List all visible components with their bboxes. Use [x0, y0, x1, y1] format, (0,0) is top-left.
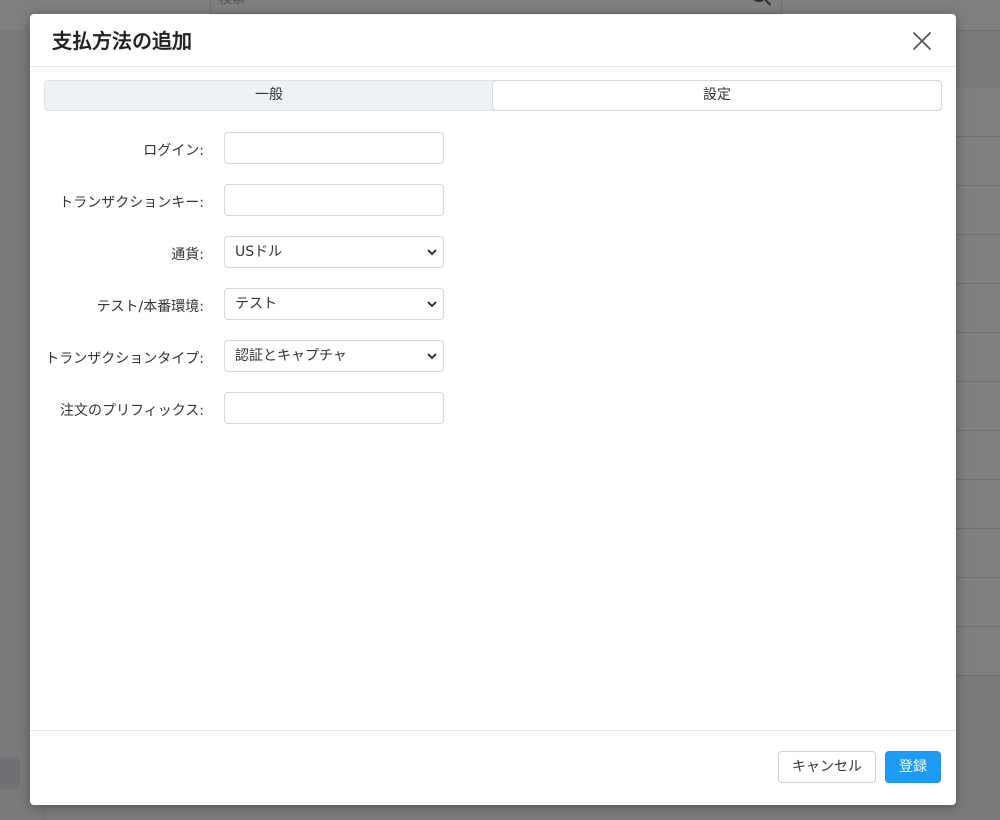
environment-selected-value: テスト	[235, 296, 277, 312]
currency-label: 通貨:	[171, 247, 204, 263]
transaction-key-label: トランザクションキー:	[59, 195, 204, 211]
form-row-environment: テスト/本番環境: テスト	[30, 288, 956, 340]
chevron-down-icon	[427, 301, 437, 308]
form-row-currency: 通貨: USドル	[30, 236, 956, 288]
transaction-type-label: トランザクションタイプ:	[45, 351, 204, 367]
dialog-title: 支払方法の追加	[52, 29, 192, 53]
transaction-key-input[interactable]	[224, 184, 444, 216]
chevron-down-icon	[427, 249, 437, 256]
transaction-type-selected-value: 認証とキャプチャ	[235, 348, 347, 364]
form-row-transaction-key: トランザクションキー:	[30, 184, 956, 236]
settings-form: ログイン: トランザクションキー: 通貨: USドル テスト/本番環境: テスト…	[30, 132, 956, 444]
form-row-login: ログイン:	[30, 132, 956, 184]
dialog-header: 支払方法の追加	[30, 14, 956, 67]
add-payment-method-dialog: 支払方法の追加 一般 設定 ログイン: トランザクションキー: 通貨: USドル	[30, 14, 956, 805]
dialog-footer: キャンセル 登録	[30, 730, 956, 805]
form-row-transaction-type: トランザクションタイプ: 認証とキャプチャ	[30, 340, 956, 392]
close-button[interactable]	[912, 31, 932, 51]
transaction-type-select[interactable]: 認証とキャプチャ	[224, 340, 444, 372]
tab-bar: 一般 設定	[44, 80, 942, 111]
submit-button[interactable]: 登録	[885, 751, 941, 783]
login-label: ログイン:	[143, 143, 204, 159]
tab-general[interactable]: 一般	[45, 81, 493, 110]
currency-select[interactable]: USドル	[224, 236, 444, 268]
order-prefix-label: 注文のプリフィックス:	[59, 403, 204, 419]
cancel-button[interactable]: キャンセル	[778, 751, 876, 783]
environment-select[interactable]: テスト	[224, 288, 444, 320]
environment-label: テスト/本番環境:	[96, 299, 204, 315]
chevron-down-icon	[427, 353, 437, 360]
currency-selected-value: USドル	[235, 244, 283, 260]
tab-settings[interactable]: 設定	[493, 81, 941, 110]
close-icon	[913, 32, 931, 50]
form-row-order-prefix: 注文のプリフィックス:	[30, 392, 956, 444]
order-prefix-input[interactable]	[224, 392, 444, 424]
login-input[interactable]	[224, 132, 444, 164]
